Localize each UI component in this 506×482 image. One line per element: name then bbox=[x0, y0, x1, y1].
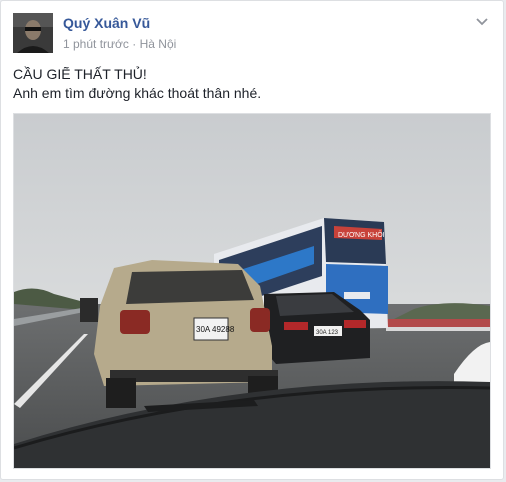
suv-plate: 30A 49288 bbox=[196, 325, 235, 334]
post-photo[interactable]: DƯƠNG KHÔI 30A 123 30A 49288 bbox=[13, 113, 491, 469]
chevron-down-icon[interactable] bbox=[475, 15, 489, 27]
post-meta: 1 phút trước · Hà Nội bbox=[63, 37, 176, 51]
bus-sign: DƯƠNG KHÔI bbox=[338, 230, 385, 239]
post-time[interactable]: 1 phút trước bbox=[63, 37, 129, 51]
post-text-line-1: CẦU GIẼ THẤT THỦ! bbox=[13, 66, 147, 82]
feed-post: Quý Xuân Vũ 1 phút trước · Hà Nội CẦU GI… bbox=[0, 0, 504, 480]
post-text: CẦU GIẼ THẤT THỦ! Anh em tìm đường khác … bbox=[13, 65, 261, 103]
post-location[interactable]: Hà Nội bbox=[140, 37, 177, 51]
sedan-plate: 30A 123 bbox=[316, 330, 339, 336]
avatar[interactable] bbox=[13, 13, 53, 53]
author-name[interactable]: Quý Xuân Vũ bbox=[63, 15, 150, 31]
meta-separator: · bbox=[132, 37, 137, 51]
post-text-line-2: Anh em tìm đường khác thoát thân nhé. bbox=[13, 85, 262, 101]
